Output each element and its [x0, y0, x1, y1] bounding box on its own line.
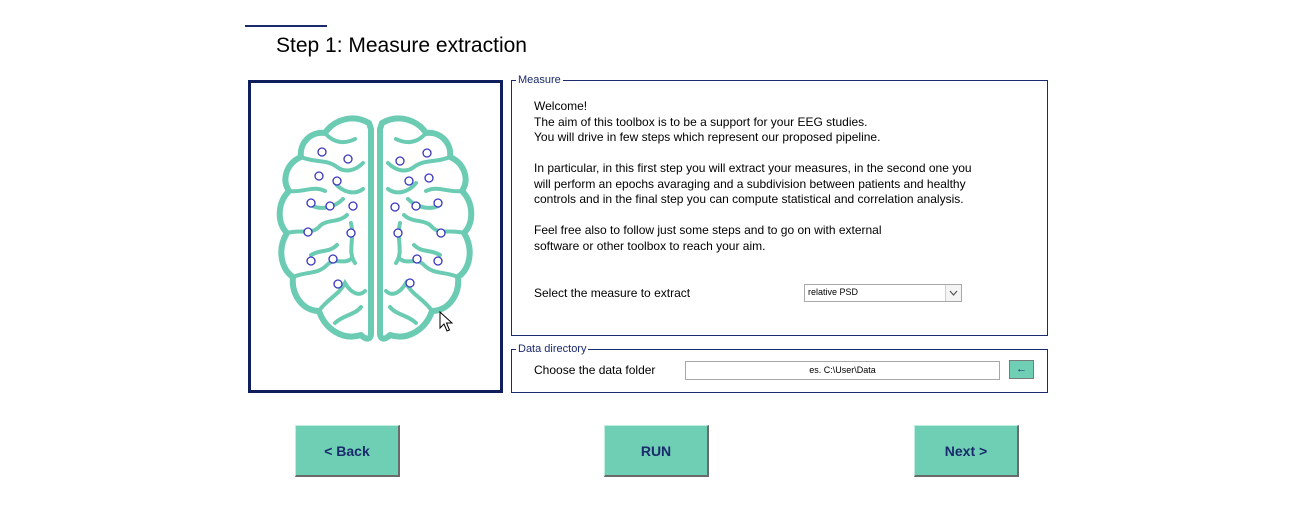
paragraph-line: will perform an epochs avaraging and a s… [534, 176, 966, 191]
electrode-marker [395, 156, 405, 166]
paragraph-line: software or other toolbox to reach your … [534, 238, 766, 253]
browse-folder-button[interactable]: ← [1009, 360, 1034, 379]
run-button[interactable]: RUN [604, 425, 709, 477]
electrode-marker [436, 228, 446, 238]
welcome-line: Welcome! [534, 99, 588, 113]
welcome-line: You will drive in few steps which repres… [534, 130, 881, 144]
measure-select-value: relative PSD [808, 287, 859, 297]
chevron-down-icon[interactable] [945, 285, 961, 301]
data-folder-input[interactable]: es. C:\User\Data [685, 361, 1000, 380]
electrode-marker [346, 228, 356, 238]
data-folder-label: Choose the data folder [534, 363, 656, 377]
electrode-marker [314, 171, 324, 181]
electrode-marker [343, 154, 353, 164]
electrode-marker [424, 173, 434, 183]
electrode-marker [390, 202, 400, 212]
next-button[interactable]: Next > [914, 425, 1019, 477]
electrode-marker [333, 279, 343, 289]
electrode-marker [404, 176, 414, 186]
measure-legend: Measure [516, 73, 563, 87]
welcome-text: Welcome! The aim of this toolbox is to b… [534, 99, 972, 254]
measure-group: Measure Welcome! The aim of this toolbox… [511, 73, 1048, 336]
electrode-marker [325, 201, 335, 211]
electrode-marker [433, 256, 443, 266]
mouse-cursor-icon [439, 311, 453, 332]
measure-select-label: Select the measure to extract [534, 286, 691, 300]
paragraph-line: controls and in the final step you can c… [534, 192, 964, 206]
electrode-marker [433, 198, 443, 208]
electrode-marker [332, 176, 342, 186]
paragraph-line: In particular, in this first step you wi… [534, 161, 972, 175]
data-directory-legend: Data directory [516, 342, 589, 356]
electrode-marker [306, 198, 316, 208]
electrode-marker [328, 254, 338, 264]
electrode-marker [348, 201, 358, 211]
electrode-marker [306, 256, 316, 266]
electrode-marker [422, 148, 432, 158]
measure-select[interactable]: relative PSD [804, 284, 962, 302]
electrode-marker [405, 278, 415, 288]
welcome-line: The aim of this toolbox is to be a suppo… [534, 114, 868, 129]
electrode-marker [393, 228, 403, 238]
paragraph-line: Feel free also to follow just some steps… [534, 223, 882, 237]
electrode-marker [411, 201, 421, 211]
brain-illustration [276, 115, 475, 342]
electrode-marker [412, 254, 422, 264]
page-title: Step 1: Measure extraction [276, 34, 527, 57]
electrode-marker [317, 147, 327, 157]
back-button[interactable]: < Back [295, 425, 400, 477]
electrode-marker [303, 227, 313, 237]
brain-image-panel [248, 80, 503, 393]
data-directory-group: Data directory Choose the data folder es… [511, 342, 1048, 393]
title-rule [245, 25, 327, 27]
